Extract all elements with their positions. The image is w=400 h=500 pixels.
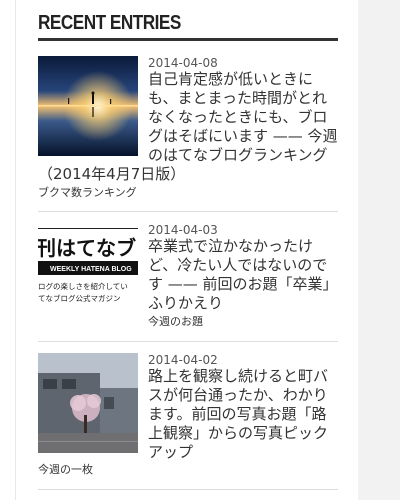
- title-rule: [38, 38, 338, 41]
- entry-category-link[interactable]: 今週の一枚: [38, 463, 93, 477]
- entry-item: 刊はてなブ WEEKLY HATENA BLOG ログの楽しさを紹介してい てな…: [38, 223, 338, 333]
- entry-title-text: 路上を観察し続けると町バスが何台通ったか、わかります。前回の写真お題「路上観察」…: [148, 367, 329, 461]
- entry-divider: [38, 489, 338, 490]
- entry-item: 2014-04-02 路上を観察し続けると町バスが何台通ったか、わかります。前回…: [38, 353, 338, 483]
- sidebar: RECENT ENTRIES 2014-04-08 自己肯定感が低いときにも、ま…: [0, 0, 358, 500]
- entry-divider: [38, 341, 338, 342]
- page-gutter: [358, 0, 400, 500]
- entry-category-link[interactable]: ブクマ数ランキング: [38, 186, 137, 200]
- module-title: RECENT ENTRIES: [38, 12, 181, 34]
- sidebar-border: [15, 0, 16, 500]
- entry-divider: [38, 211, 338, 212]
- entry-title-text: 卒業式で泣かなかったけど、冷たい人ではないのです —— 前回のお題「卒業」ふりか…: [148, 237, 338, 312]
- entry-category-link[interactable]: 今週のお題: [148, 315, 203, 329]
- entry-title-link[interactable]: 路上を観察し続けると町バスが何台通ったか、わかります。前回の写真お題「路上観察」…: [38, 367, 338, 467]
- entry-date: 2014-04-03: [148, 223, 218, 237]
- entry-title-link[interactable]: 自己肯定感が低いときにも、まとまった時間がとれなくなったときにも、ブログはそばに…: [38, 70, 338, 184]
- entry-date: 2014-04-08: [148, 56, 218, 70]
- entry-date: 2014-04-02: [148, 353, 218, 367]
- entry-item: 2014-04-08 自己肯定感が低いときにも、まとまった時間がとれなくなったと…: [38, 56, 338, 206]
